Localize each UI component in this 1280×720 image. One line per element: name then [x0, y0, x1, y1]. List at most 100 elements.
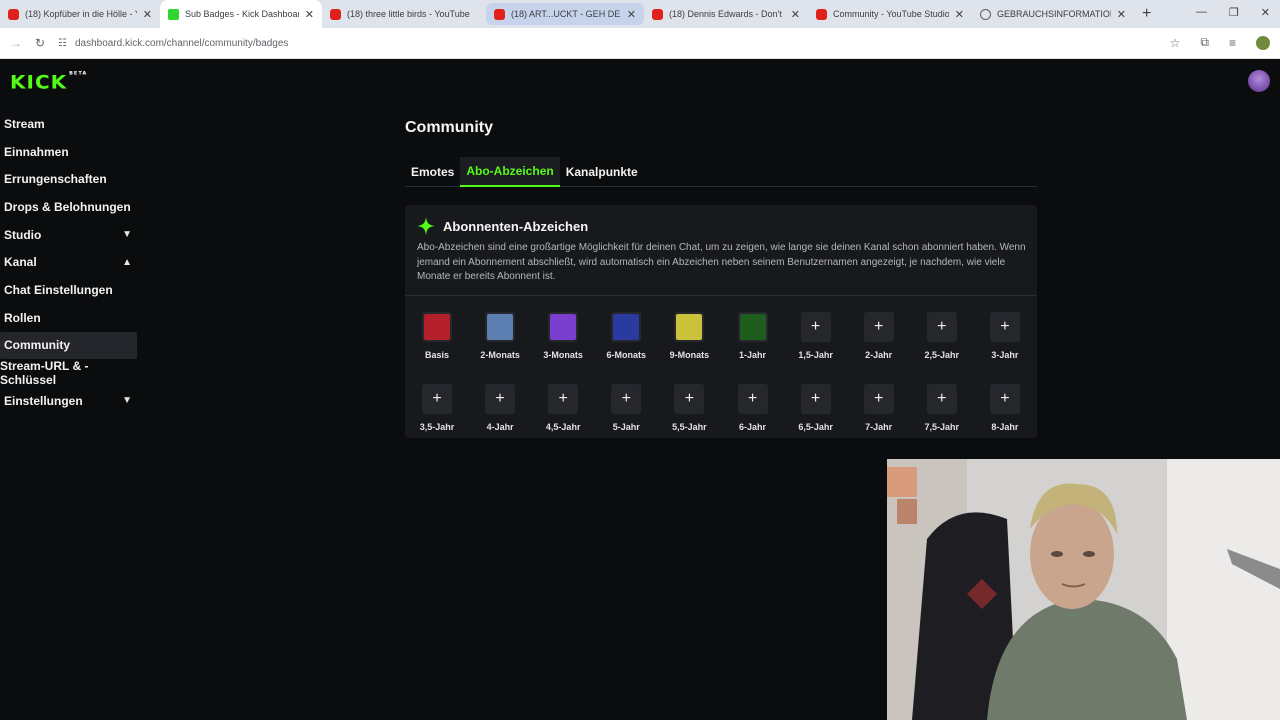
browser-tab[interactable]: (18) Kopfüber in die Hölle - You ✕ — [0, 0, 160, 28]
restore-icon[interactable]: ❐ — [1229, 6, 1239, 19]
add-badge-button[interactable]: + — [674, 384, 705, 414]
close-window-icon[interactable]: ✕ — [1261, 6, 1270, 19]
tab-kanalpunkte[interactable]: Kanalpunkte — [560, 157, 644, 187]
forward-icon[interactable]: → — [8, 36, 24, 50]
add-badge-button[interactable]: + — [485, 384, 516, 414]
close-icon[interactable]: ✕ — [791, 8, 800, 21]
add-badge-button[interactable]: + — [422, 384, 452, 414]
webcam-overlay — [887, 459, 1280, 720]
plus-icon: + — [747, 390, 758, 407]
add-badge-button[interactable]: + — [737, 384, 768, 414]
close-icon[interactable]: ✕ — [143, 8, 152, 21]
tab-title: (18) three little birds - YouTube — [347, 9, 470, 19]
badge-slot-filled[interactable]: 6-Monats — [595, 306, 655, 366]
sidebar-item-einstellungen[interactable]: Einstellungen ▼ — [0, 387, 137, 415]
badge-slot-empty[interactable]: +2,5-Jahr — [911, 306, 971, 366]
minimize-icon[interactable]: — — [1196, 6, 1207, 19]
badge-slot-filled[interactable]: 9-Monats — [658, 306, 718, 366]
sidebar-item-rollen[interactable]: Rollen — [0, 304, 137, 332]
badge-slot-filled[interactable]: 2-Monats — [469, 306, 529, 366]
sidebar-item-community[interactable]: Community — [0, 331, 137, 360]
badge-preview[interactable] — [611, 312, 642, 342]
kick-logo[interactable]: KICK BETA — [10, 71, 87, 94]
add-badge-button[interactable]: + — [800, 312, 831, 342]
bookmark-star-icon[interactable]: ☆ — [1170, 36, 1181, 50]
site-settings-icon[interactable]: ☷ — [58, 38, 67, 49]
chevron-up-icon[interactable]: ▲ — [122, 257, 132, 268]
url-text: dashboard.kick.com/channel/community/bad… — [74, 37, 289, 49]
badge-slot-empty[interactable]: +5-Jahr — [595, 378, 655, 438]
youtube-icon — [330, 8, 341, 20]
add-badge-button[interactable]: + — [926, 384, 957, 414]
sidebar-item-studio[interactable]: Studio ▼ — [0, 221, 137, 249]
badge-preview[interactable] — [674, 312, 705, 342]
sidebar-item-drops[interactable]: Drops & Belohnungen — [0, 193, 137, 221]
add-badge-button[interactable]: + — [548, 384, 579, 414]
browser-tab[interactable]: (18) ART...UCKT - GEH DEINEN ✕ — [486, 3, 644, 25]
close-icon[interactable]: ✕ — [627, 8, 636, 21]
close-icon[interactable]: ✕ — [305, 8, 314, 21]
badge-slot-empty[interactable]: +7-Jahr — [848, 378, 908, 438]
badge-slot-empty[interactable]: +6,5-Jahr — [785, 378, 845, 438]
plus-icon: + — [558, 390, 568, 407]
sidebar-item-label: Stream — [4, 116, 45, 131]
sidebar-item-einnahmen[interactable]: Einnahmen — [0, 138, 137, 166]
browser-tab-active[interactable]: Sub Badges - Kick Dashboard ✕ — [160, 0, 322, 28]
add-badge-button[interactable]: + — [989, 384, 1020, 414]
badge-slot-empty[interactable]: +6-Jahr — [722, 378, 782, 438]
badge-slot-empty[interactable]: +3,5-Jahr — [406, 378, 466, 438]
browser-tab[interactable]: Community - YouTube Studio ✕ — [808, 0, 972, 28]
profile-avatar[interactable] — [1256, 35, 1270, 50]
badge-preview[interactable] — [737, 312, 768, 342]
browser-tab[interactable]: GEBRAUCHSINFORMATION ✕ — [972, 0, 1134, 28]
plus-icon: + — [621, 390, 631, 407]
badge-slot-empty[interactable]: +3-Jahr — [974, 306, 1034, 366]
add-badge-button[interactable]: + — [989, 312, 1020, 342]
close-icon[interactable]: ✕ — [955, 8, 964, 21]
sidebar-item-stream[interactable]: Stream — [0, 110, 137, 138]
badge-preview[interactable] — [485, 312, 516, 342]
badge-slot-filled[interactable]: 1-Jahr — [722, 306, 782, 366]
badge-slot-filled[interactable]: 3-Monats — [532, 306, 592, 366]
badge-slot-filled[interactable]: Basis — [406, 306, 466, 366]
url-field[interactable]: ☷ dashboard.kick.com/channel/community/b… — [58, 38, 288, 49]
reload-icon[interactable]: ↻ — [32, 36, 48, 50]
add-badge-button[interactable]: + — [863, 312, 894, 342]
tab-title: (18) Kopfüber in die Hölle - You — [25, 9, 137, 19]
add-badge-button[interactable]: + — [926, 312, 957, 342]
community-tabs: Emotes Abo-Abzeichen Kanalpunkte — [405, 157, 1037, 187]
youtube-icon — [816, 8, 827, 20]
extensions-icon[interactable]: ⧉ — [1200, 35, 1209, 50]
menu-icon[interactable]: ≡ — [1229, 36, 1236, 50]
add-badge-button[interactable]: + — [863, 384, 894, 414]
badge-slot-empty[interactable]: +2-Jahr — [848, 306, 908, 366]
sidebar-item-stream-url[interactable]: Stream-URL & -Schlüssel — [0, 359, 137, 387]
badge-slot-empty[interactable]: +4-Jahr — [469, 378, 529, 438]
badge-preview[interactable] — [422, 312, 452, 342]
tab-emotes[interactable]: Emotes — [405, 157, 460, 187]
close-icon[interactable]: ✕ — [1117, 8, 1126, 21]
chevron-down-icon[interactable]: ▼ — [122, 395, 132, 406]
sidebar-item-kanal[interactable]: Kanal ▲ — [0, 248, 137, 276]
badge-slot-empty[interactable]: +4,5-Jahr — [532, 378, 592, 438]
plus-icon: + — [684, 390, 695, 407]
badge-slot-empty[interactable]: +8-Jahr — [974, 378, 1034, 438]
tab-title: Sub Badges - Kick Dashboard — [185, 9, 299, 19]
badge-slot-empty[interactable]: +1,5-Jahr — [785, 306, 845, 366]
sidebar-item-chat-einstellungen[interactable]: Chat Einstellungen — [0, 276, 137, 304]
browser-tab[interactable]: (18) three little birds - YouTube — [322, 0, 486, 28]
add-badge-button[interactable]: + — [800, 384, 831, 414]
browser-tab[interactable]: (18) Dennis Edwards - Don't Lo ✕ — [644, 0, 808, 28]
tab-title: (18) Dennis Edwards - Don't Lo — [669, 9, 785, 19]
tab-abo-abzeichen[interactable]: Abo-Abzeichen — [460, 157, 560, 187]
new-tab-icon[interactable]: + — [1142, 5, 1151, 23]
tab-title: Community - YouTube Studio — [833, 9, 949, 19]
add-badge-button[interactable]: + — [611, 384, 642, 414]
user-avatar[interactable] — [1248, 70, 1270, 92]
chevron-down-icon[interactable]: ▼ — [122, 229, 132, 240]
badge-slot-empty[interactable]: +7,5-Jahr — [911, 378, 971, 438]
sidebar-item-errungenschaften[interactable]: Errungenschaften — [0, 165, 137, 193]
badge-slot-empty[interactable]: +5,5-Jahr — [658, 378, 718, 438]
badge-label: 8-Jahr — [991, 422, 1019, 432]
badge-preview[interactable] — [548, 312, 579, 342]
